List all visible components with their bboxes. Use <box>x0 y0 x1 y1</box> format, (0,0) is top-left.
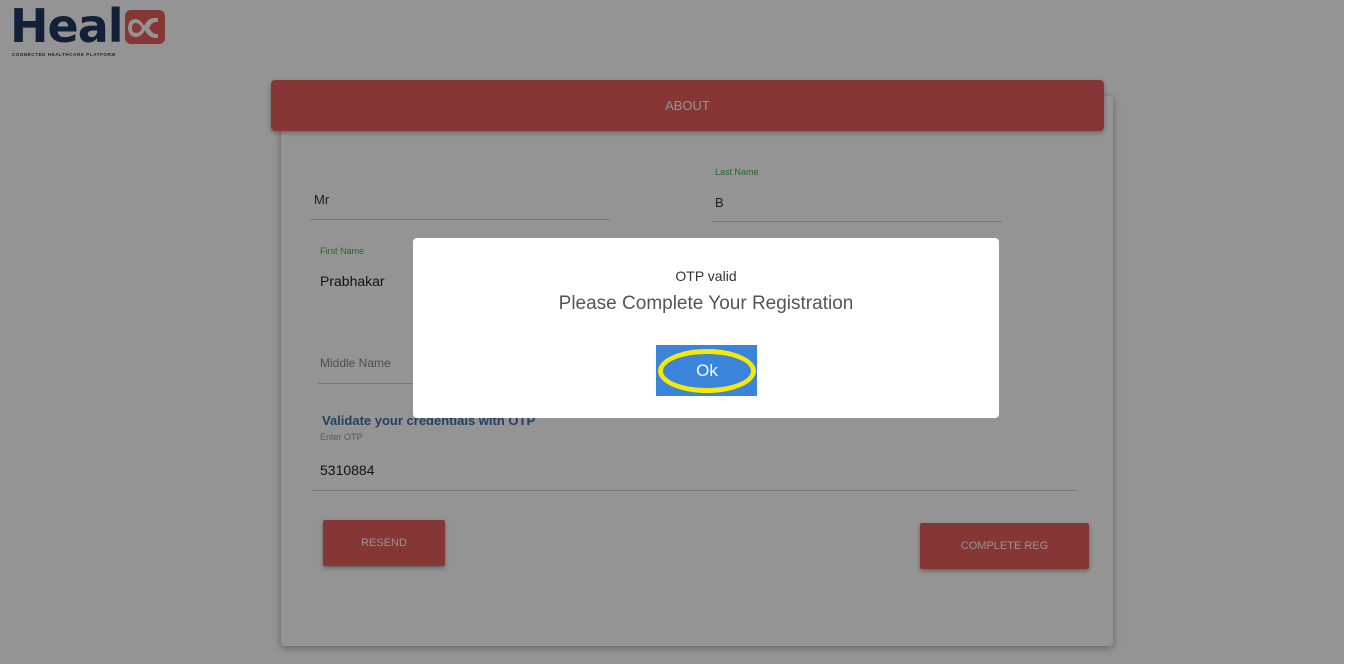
ok-button[interactable]: Ok <box>658 349 756 393</box>
otp-valid-dialog: OTP valid Please Complete Your Registrat… <box>413 238 999 418</box>
screenshot-edge-bottom <box>0 664 1356 669</box>
screenshot-edge-right <box>1344 0 1356 669</box>
dialog-message: Please Complete Your Registration <box>558 293 854 314</box>
dialog-title: OTP valid <box>675 268 737 284</box>
